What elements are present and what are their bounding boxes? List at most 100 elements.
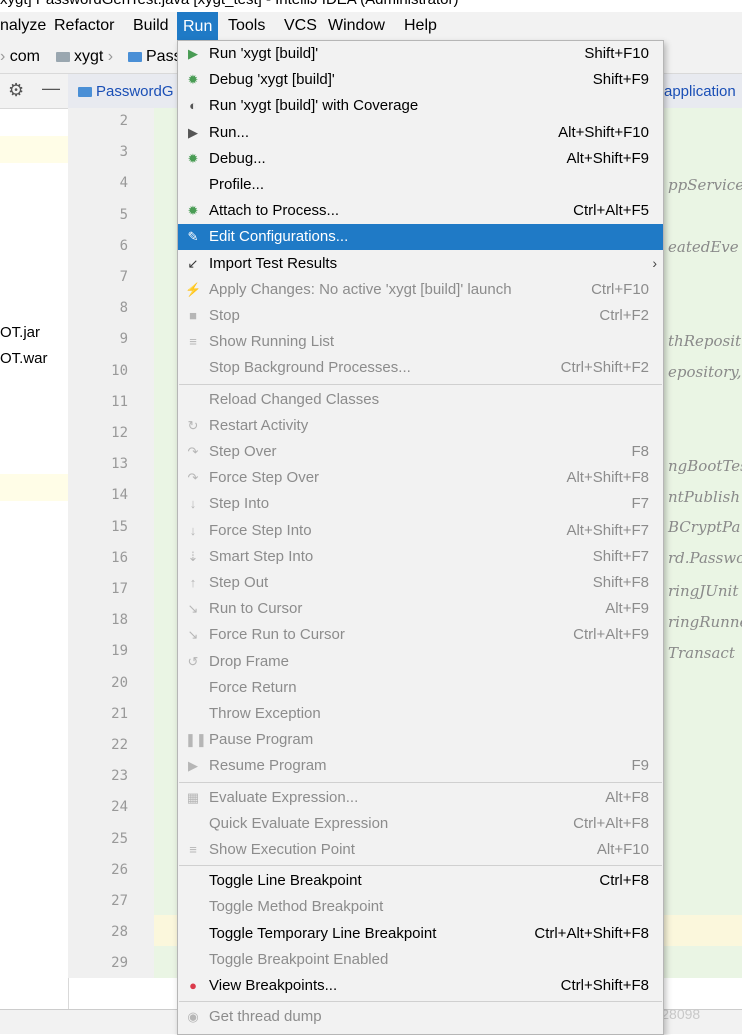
tab-application[interactable]: application [664,83,736,100]
stop-icon: ■ [189,308,197,323]
breadcrumb-item-com[interactable]: › com [0,48,40,66]
menu-run[interactable]: Run [177,12,219,41]
menu-item-label: Debug... [209,149,266,167]
minimize-icon[interactable]: — [42,78,60,99]
menu-item-toggle-breakpoint-enabled[interactable]: Toggle Breakpoint Enabled [178,947,663,973]
menu-window[interactable]: Window [328,17,385,35]
line-number: 3 [119,144,128,161]
calculator-icon: ▦ [186,789,200,805]
force-step-over-icon: ↷ [187,470,199,486]
menu-item-label: Run 'xygt [build]' with Coverage [209,97,419,115]
menu-item-shortcut: Shift+F9 [592,71,649,89]
menu-item-label: Profile... [209,176,265,193]
code-fragment: ngBootTes [668,457,742,475]
menu-item-apply-changes-no-active-xygt-build-launch[interactable]: ⚡ Apply Changes: No active 'xygt [build]'… [178,277,663,303]
code-fragment: ppService [668,176,742,194]
menu-item-force-step-into[interactable]: ↓ Force Step Into Alt+Shift+F7 [178,518,663,544]
menu-item-view-breakpoints[interactable]: ● View Breakpoints... Ctrl+Shift+F8 [178,973,663,999]
menu-item-reload-changed-classes[interactable]: Reload Changed Classes [178,387,663,413]
line-number: 11 [111,393,128,410]
attach-icon: ✹ [187,203,199,219]
menu-item-profile[interactable]: Profile... [178,172,663,198]
menu-item-run-xygt-build[interactable]: ▶ Run 'xygt [build]' Shift+F10 [178,41,663,67]
line-number: 20 [111,674,128,691]
code-fragment: ringRunne [668,613,742,631]
line-number: 17 [111,581,128,597]
menu-analyze[interactable]: nalyze [0,17,46,35]
menu-item-import-test-results[interactable]: ↙ Import Test Results › [178,251,663,277]
menu-item-throw-exception[interactable]: Throw Exception [178,701,663,727]
line-number: 9 [119,331,128,348]
breadcrumb-item-class[interactable]: Pass [128,48,182,66]
menu-item-toggle-line-breakpoint[interactable]: Toggle Line Breakpoint Ctrl+F8 [178,868,663,894]
menu-item-step-into[interactable]: ↓ Step Into F7 [178,491,663,517]
menu-item-label: Run 'xygt [build]' [209,45,319,62]
menu-item-label: Force Return [209,678,297,696]
menu-item-stop-background-processes[interactable]: Stop Background Processes... Ctrl+Shift+F… [178,355,663,381]
smart-step-into-icon: ⇣ [187,548,199,564]
menu-item-edit-configurations[interactable]: ✎ Edit Configurations... [178,224,663,251]
menu-separator [179,781,662,783]
step-out-icon: ↑ [189,575,197,590]
menu-item-force-return[interactable]: Force Return [178,675,663,701]
project-file-war[interactable]: OT.war [0,350,48,367]
tab-password-gen-test[interactable]: PasswordG [78,83,174,100]
menu-item-shortcut: Ctrl+Alt+F8 [573,814,649,832]
menu-item-toggle-method-breakpoint[interactable]: Toggle Method Breakpoint [178,894,663,920]
folder-icon [56,51,70,62]
menu-help[interactable]: Help [404,17,437,35]
project-file-jar[interactable]: OT.jar [0,324,40,341]
menu-item-label: Smart Step Into [209,547,314,565]
menu-item-label: Force Step Into [209,521,312,539]
menu-item-drop-frame[interactable]: ↺ Drop Frame [178,649,663,675]
menu-item-label: Get thread dump [209,1008,322,1026]
menu-item-force-run-to-cursor[interactable]: ↘ Force Run to Cursor Ctrl+Alt+F9 [178,622,663,648]
menu-item-show-execution-point[interactable]: ≡ Show Execution Point Alt+F10 [178,837,663,863]
menu-item-shortcut: Ctrl+F10 [591,280,649,298]
menu-build[interactable]: Build [133,17,169,35]
project-row-highlight [0,474,68,501]
menu-item-debug[interactable]: ✹ Debug... Alt+Shift+F9 [178,146,663,172]
code-fragment: ringJUnit [668,582,739,600]
menu-item-get-thread-dump[interactable]: ◉ Get thread dump [178,1004,663,1030]
menu-item-step-over[interactable]: ↷ Step Over F8 [178,439,663,465]
menu-item-shortcut: Ctrl+F2 [599,307,649,324]
menu-item-run-to-cursor[interactable]: ↘ Run to Cursor Alt+F9 [178,596,663,622]
run-icon: ▶ [188,46,198,61]
menu-item-quick-evaluate-expression[interactable]: Quick Evaluate Expression Ctrl+Alt+F8 [178,811,663,837]
class-icon [78,87,92,98]
menu-item-run[interactable]: ▶ Run... Alt+Shift+F10 [178,120,663,146]
step-into-icon: ↓ [189,496,197,512]
menu-item-smart-step-into[interactable]: ⇣ Smart Step Into Shift+F7 [178,544,663,570]
menu-item-show-running-list[interactable]: ≡ Show Running List [178,329,663,355]
menu-item-attach-to-process[interactable]: ✹ Attach to Process... Ctrl+Alt+F5 [178,198,663,224]
line-number: 21 [111,705,128,722]
menu-item-step-out[interactable]: ↑ Step Out Shift+F8 [178,570,663,596]
menu-item-label: Quick Evaluate Expression [209,814,389,832]
menu-item-shortcut: Alt+Shift+F10 [558,123,649,141]
window-title: xygt] PasswordGenTest.java [xygt_test] -… [0,0,459,8]
menu-item-run-xygt-build-with-coverage[interactable]: ◐ Run 'xygt [build]' with Coverage [178,93,663,119]
line-number: 14 [111,487,128,504]
drop-frame-icon: ↺ [187,653,199,669]
code-fragment: BCryptPa [668,518,741,536]
menu-item-evaluate-expression[interactable]: ▦ Evaluate Expression... Alt+F8 [178,785,663,811]
menu-item-label: Stop [209,307,240,324]
menu-item-resume-program[interactable]: ▶ Resume Program F9 [178,753,663,779]
line-number: 24 [111,799,128,816]
menu-item-stop[interactable]: ■ Stop Ctrl+F2 [178,303,663,329]
menu-refactor[interactable]: Refactor [54,17,114,35]
line-number: 22 [111,737,128,753]
gear-icon[interactable]: ⚙ [8,80,24,101]
menu-separator [179,383,662,385]
menu-item-toggle-temporary-line-breakpoint[interactable]: Toggle Temporary Line Breakpoint Ctrl+Alt… [178,921,663,947]
menu-item-force-step-over[interactable]: ↷ Force Step Over Alt+Shift+F8 [178,465,663,491]
breadcrumb-item-xygt[interactable]: xygt › [56,48,113,66]
menu-separator [179,1001,662,1003]
menu-item-debug-xygt-build[interactable]: ✹ Debug 'xygt [build]' Shift+F9 [178,67,663,93]
menu-item-restart-activity[interactable]: ↻ Restart Activity [178,413,663,439]
menu-item-pause-program[interactable]: ❚❚ Pause Program [178,727,663,753]
menu-vcs[interactable]: VCS [284,17,317,35]
menu-tools[interactable]: Tools [228,17,265,35]
menu-item-label: Apply Changes: No active 'xygt [build]' … [209,280,512,298]
